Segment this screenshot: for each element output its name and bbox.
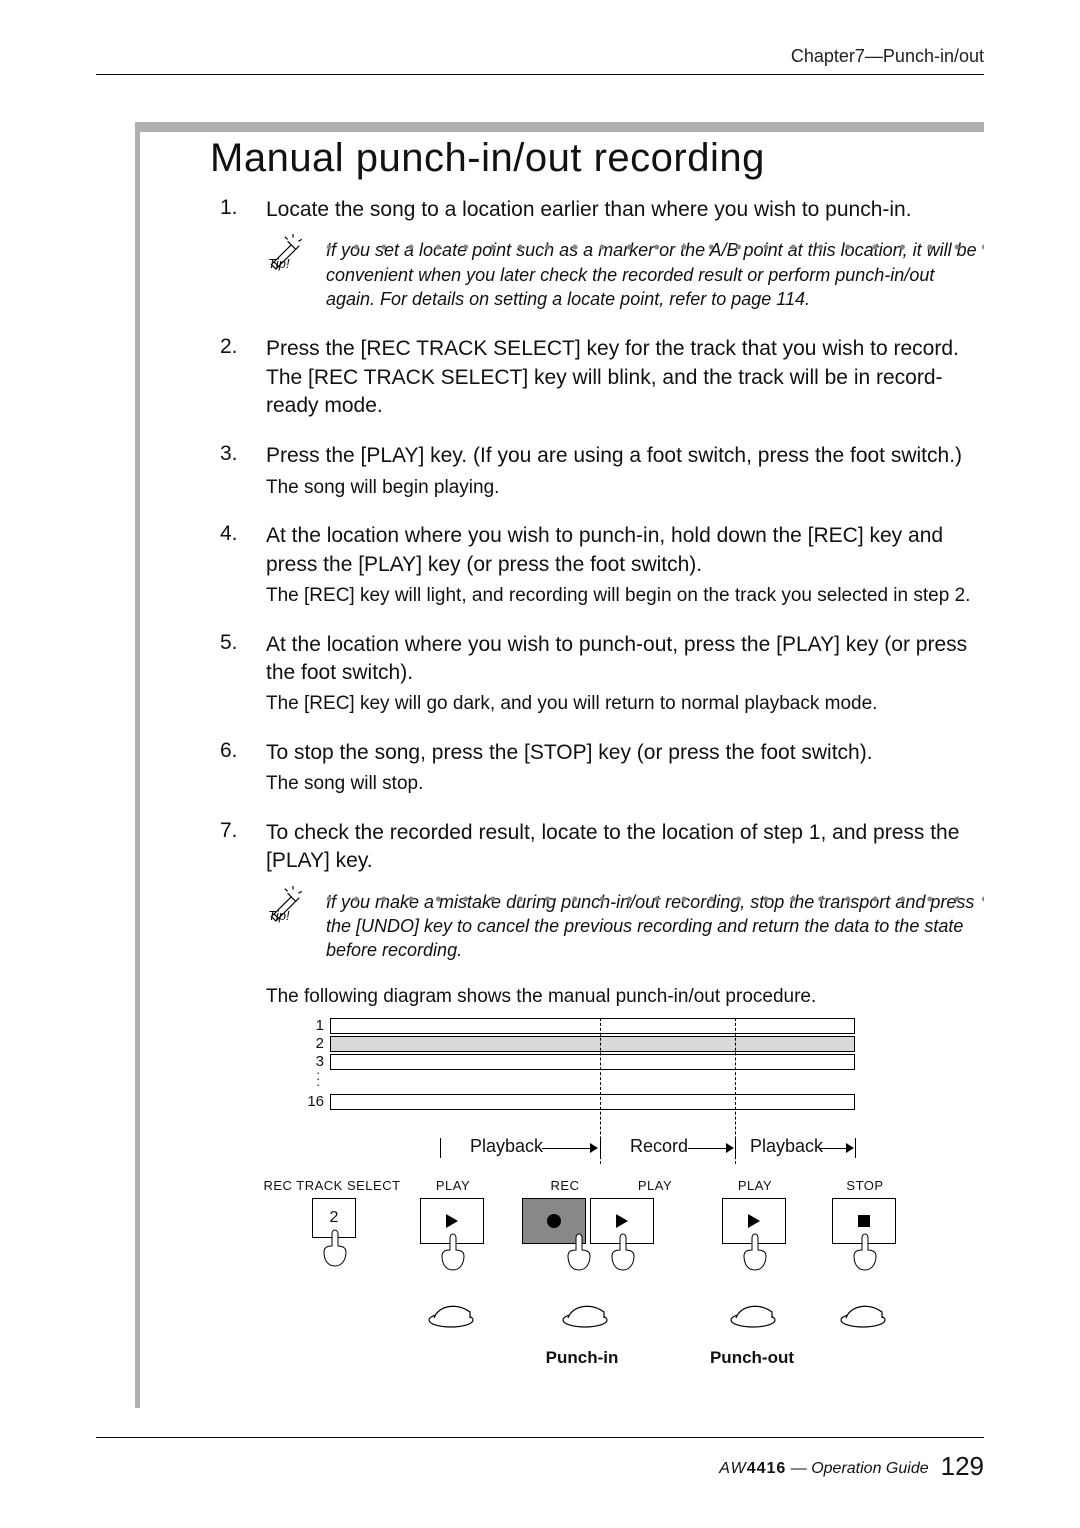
phase-playback-label: Playback	[470, 1136, 543, 1157]
finger-press-icon	[440, 1232, 468, 1272]
phase-tick	[735, 1138, 736, 1158]
arrowhead-icon	[846, 1143, 854, 1153]
step-text: Press the [PLAY] key. (If you are using …	[266, 442, 984, 470]
footswitch-icon	[560, 1298, 610, 1328]
punch-out-label: Punch-out	[692, 1348, 812, 1368]
phase-arrow	[542, 1148, 592, 1149]
step-number: 7.	[220, 819, 238, 843]
stop-icon	[858, 1215, 870, 1227]
heading-bar	[135, 122, 984, 132]
step-2: 2. Press the [REC TRACK SELECT] key for …	[220, 335, 984, 420]
footer-rule	[96, 1437, 984, 1438]
page: Chapter7—Punch-in/out Manual punch-in/ou…	[0, 0, 1080, 1528]
phase-tick	[440, 1138, 441, 1158]
step-1: 1. Locate the song to a location earlier…	[220, 196, 984, 311]
finger-press-icon	[742, 1232, 770, 1272]
step-text: At the location where you wish to punch-…	[266, 631, 984, 688]
play-caption: PLAY	[710, 1178, 800, 1193]
step-text: To stop the song, press the [STOP] key (…	[266, 739, 984, 767]
step-subtext: The [REC] key will light, and recording …	[266, 583, 984, 609]
finger-press-icon	[852, 1232, 880, 1272]
track-label-16: 16	[300, 1094, 324, 1110]
step-subtext: The [REC] key will go dark, and you will…	[266, 691, 984, 717]
stop-caption: STOP	[820, 1178, 910, 1193]
arrowhead-icon	[726, 1143, 734, 1153]
phase-tick	[600, 1138, 601, 1158]
track-row	[330, 1054, 855, 1070]
play-caption: PLAY	[408, 1178, 498, 1193]
phase-playback2-label: Playback	[750, 1136, 823, 1157]
step-number: 1.	[220, 196, 238, 220]
running-head: Chapter7—Punch-in/out	[791, 46, 984, 67]
step-text: At the location where you wish to punch-…	[266, 522, 984, 579]
tip-dots: • • • • • • • • • • • • • • • • • • • • …	[326, 896, 984, 902]
footswitch-icon	[426, 1298, 476, 1328]
phase-tick	[855, 1138, 856, 1158]
tip-label: Tip!	[268, 256, 290, 271]
page-title: Manual punch-in/out recording	[210, 136, 765, 181]
step-number: 6.	[220, 739, 238, 763]
content: 1. Locate the song to a location earlier…	[220, 196, 984, 1418]
footer-opguide: — Operation Guide	[786, 1460, 928, 1477]
finger-press-icon	[322, 1228, 350, 1268]
rec-caption: REC	[520, 1178, 610, 1193]
diagram-caption: The following diagram shows the manual p…	[266, 986, 984, 1008]
track-label-1: 1	[300, 1018, 324, 1034]
play-icon	[748, 1214, 760, 1228]
page-number: 129	[941, 1451, 984, 1481]
record-icon	[547, 1214, 561, 1228]
track-label-3: 3	[300, 1054, 324, 1070]
steps-list: 1. Locate the song to a location earlier…	[220, 196, 984, 962]
tip-block: Tip! • • • • • • • • • • • • • • • • • •…	[266, 238, 984, 311]
step-6: 6. To stop the song, press the [STOP] ke…	[220, 739, 984, 797]
left-column-bar	[135, 122, 140, 1408]
step-number: 5.	[220, 631, 238, 655]
step-number: 3.	[220, 442, 238, 466]
step-number: 2.	[220, 335, 238, 359]
running-head-rule	[96, 74, 984, 75]
finger-press-icon	[610, 1232, 638, 1272]
play-icon	[616, 1214, 628, 1228]
tip-label: Tip!	[268, 908, 290, 923]
button-2-label: 2	[330, 1209, 339, 1227]
track-row	[330, 1094, 855, 1110]
footer: AW4416 — Operation Guide 129	[719, 1451, 984, 1482]
rec-track-select-label: REC TRACK SELECT	[252, 1178, 412, 1193]
phase-arrow	[820, 1148, 848, 1149]
step-number: 4.	[220, 522, 238, 546]
step-5: 5. At the location where you wish to pun…	[220, 631, 984, 717]
footer-model: 4416	[747, 1460, 787, 1477]
punch-in-label: Punch-in	[522, 1348, 642, 1368]
footswitch-icon	[838, 1298, 888, 1328]
step-subtext: The song will begin playing.	[266, 475, 984, 501]
step-text: To check the recorded result, locate to …	[266, 819, 984, 876]
tip-block: Tip! • • • • • • • • • • • • • • • • • •…	[266, 890, 984, 963]
footswitch-icon	[728, 1298, 778, 1328]
step-4: 4. At the location where you wish to pun…	[220, 522, 984, 608]
track-row-selected	[330, 1036, 855, 1052]
footer-logo: AW	[719, 1460, 746, 1477]
step-subtext: The song will stop.	[266, 771, 984, 797]
tip-dots: • • • • • • • • • • • • • • • • • • • • …	[326, 244, 984, 250]
punch-diagram: 1 2 3 ··· 16 Playback Record Playback	[290, 1018, 970, 1418]
step-text: Press the [REC TRACK SELECT] key for the…	[266, 335, 984, 420]
play-caption: PLAY	[610, 1178, 700, 1193]
track-row	[330, 1018, 855, 1034]
play-icon	[446, 1214, 458, 1228]
track-ellipsis: ···	[316, 1070, 320, 1088]
arrowhead-icon	[590, 1143, 598, 1153]
phase-arrow	[688, 1148, 728, 1149]
phase-record-label: Record	[630, 1136, 688, 1157]
step-7: 7. To check the recorded result, locate …	[220, 819, 984, 963]
track-label-2: 2	[300, 1036, 324, 1052]
step-3: 3. Press the [PLAY] key. (If you are usi…	[220, 442, 984, 500]
step-text: Locate the song to a location earlier th…	[266, 196, 984, 224]
